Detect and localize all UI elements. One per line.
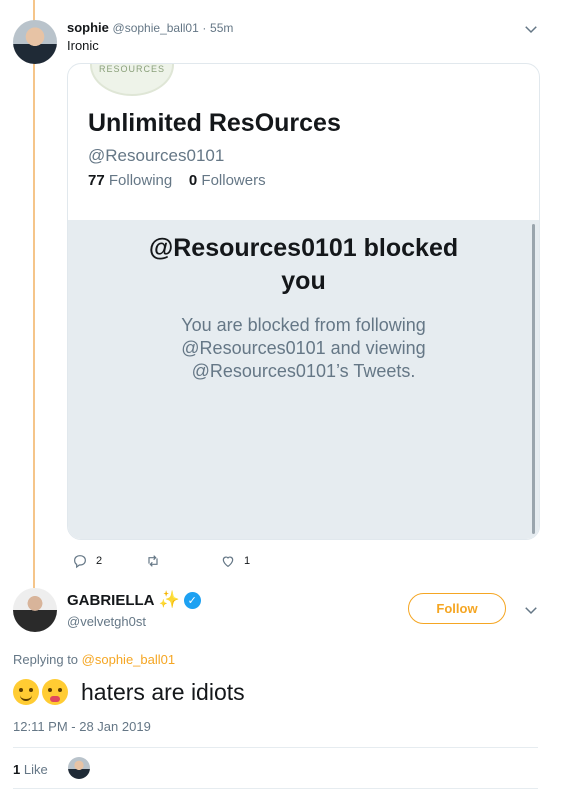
divider: [13, 788, 538, 789]
avatar[interactable]: [68, 757, 90, 779]
divider: [13, 747, 538, 748]
heart-icon: [222, 556, 234, 568]
woozy-face-emoji-icon: [13, 679, 39, 705]
author-handle[interactable]: @velvetgh0st: [67, 614, 146, 629]
blocked-message-line: You are blocked from following: [181, 315, 426, 335]
reply-count: 2: [96, 555, 103, 567]
replying-to: Replying to @sophie_ball01: [13, 652, 175, 667]
tweet-time[interactable]: 55m: [210, 21, 233, 35]
like-count: 1: [244, 555, 251, 567]
verified-badge-icon: ✓: [183, 591, 201, 609]
retweet-icon: [148, 555, 158, 567]
replying-to-link[interactable]: @sophie_ball01: [82, 652, 175, 667]
blocked-message: You are blocked from following @Resource…: [68, 314, 539, 383]
profile-logo: RESOURCES: [90, 64, 174, 96]
followers-count: 0: [188, 172, 198, 189]
like-button[interactable]: 1: [220, 552, 250, 570]
avatar[interactable]: [13, 20, 57, 64]
avatar[interactable]: [13, 588, 57, 632]
author-handle[interactable]: @sophie_ball01: [113, 21, 199, 35]
zany-face-emoji-icon: [42, 679, 68, 705]
followers-label: Followers: [201, 172, 266, 189]
likes-summary[interactable]: 1 Like: [13, 762, 48, 777]
following-label: Following: [108, 172, 173, 189]
replying-prefix: Replying to: [13, 652, 79, 667]
tweet-header: sophie @sophie_ball01 · 55m: [67, 20, 233, 35]
sparkles-icon: ✨: [158, 590, 180, 609]
reply-icon: [74, 555, 86, 569]
author-name[interactable]: GABRIELLA: [67, 592, 155, 609]
profile-title: Unlimited ResOurces: [88, 109, 341, 137]
blocked-message-line: @Resources0101’s Tweets.: [191, 361, 416, 381]
reply-button[interactable]: 2: [72, 552, 102, 570]
reply-author: GABRIELLA ✨ ✓: [67, 590, 201, 610]
timestamp[interactable]: 12:11 PM - 28 Jan 2019: [13, 719, 151, 734]
following-count: 77: [88, 172, 105, 189]
like-count: 1: [13, 762, 21, 777]
blocked-message-line: @Resources0101 and viewing: [181, 338, 426, 358]
reply-text: haters are idiots: [13, 677, 245, 707]
profile-stats: 77 Following 0 Followers: [88, 172, 266, 189]
follow-button[interactable]: Follow: [408, 593, 506, 624]
retweet-button[interactable]: [145, 552, 169, 570]
blocked-title: @Resources0101 blocked you: [68, 232, 539, 298]
like-label: Like: [23, 762, 48, 777]
chevron-down-icon[interactable]: [522, 20, 540, 38]
tweet-text: haters are idiots: [81, 678, 245, 705]
profile-handle: @Resources0101: [88, 146, 225, 165]
author-name[interactable]: sophie: [67, 20, 109, 35]
embedded-image-card[interactable]: RESOURCES Unlimited ResOurces @Resources…: [67, 63, 540, 540]
thread-connector-line: [33, 0, 35, 588]
blocked-title-line: @Resources0101 blocked: [148, 234, 459, 262]
tweet-text: Ironic: [67, 38, 99, 53]
time-separator: ·: [202, 21, 207, 35]
logo-text: RESOURCES: [98, 64, 165, 74]
chevron-down-icon[interactable]: [522, 601, 540, 619]
blocked-title-line: you: [281, 267, 326, 295]
